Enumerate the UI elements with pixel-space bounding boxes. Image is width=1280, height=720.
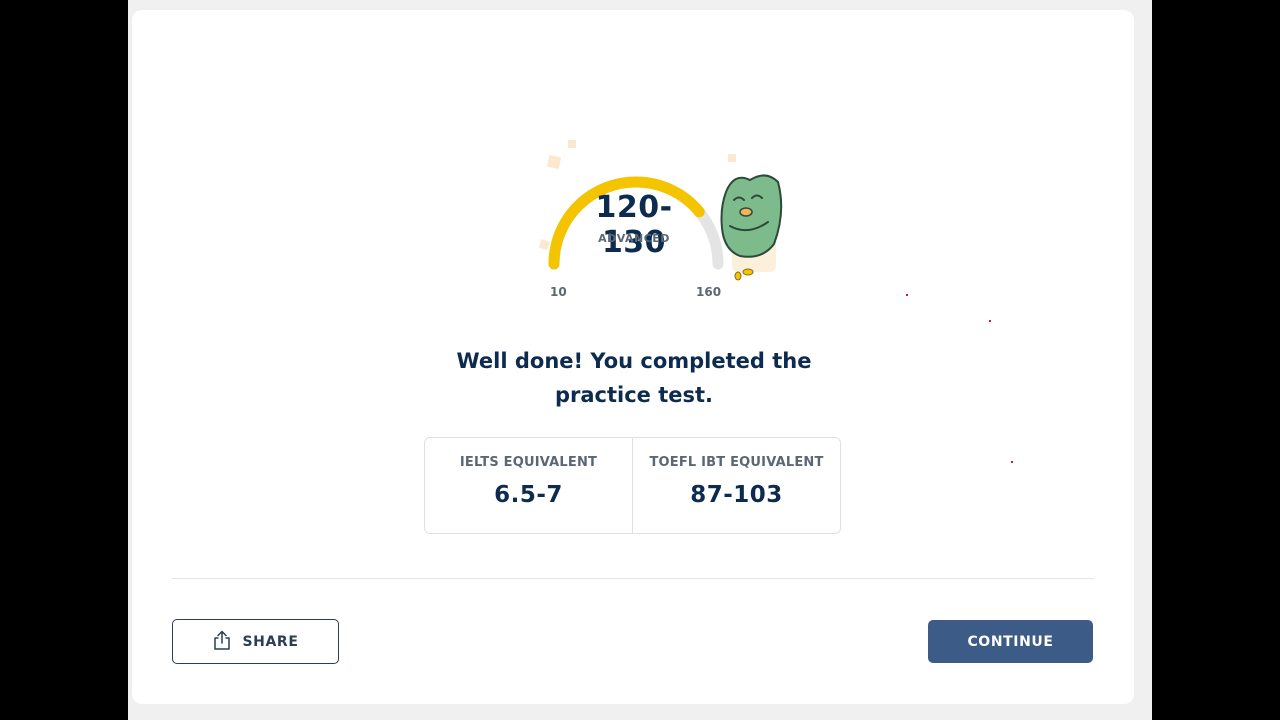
footer-divider xyxy=(172,578,1094,579)
app-viewport: 120-130 ADVANCED 10 160 Well done! You c… xyxy=(128,0,1152,720)
score-level: ADVANCED xyxy=(598,232,670,245)
share-button[interactable]: SHARE xyxy=(172,619,339,664)
owl-mascot-illustration xyxy=(720,174,783,281)
continue-label: CONTINUE xyxy=(967,633,1054,650)
completion-message: Well done! You completed the practice te… xyxy=(456,349,812,407)
ielts-equivalent: IELTS EQUIVALENT 6.5-7 xyxy=(425,438,632,533)
gauge-min-label: 10 xyxy=(550,285,567,299)
confetti-shape xyxy=(568,140,576,148)
results-card: 120-130 ADVANCED 10 160 Well done! You c… xyxy=(132,10,1134,704)
continue-button[interactable]: CONTINUE xyxy=(928,620,1093,663)
ielts-value: 6.5-7 xyxy=(494,482,563,508)
share-label: SHARE xyxy=(242,633,299,650)
toefl-equivalent: TOEFL IBT EQUIVALENT 87-103 xyxy=(632,438,840,533)
stray-pixel xyxy=(1011,461,1013,463)
stray-pixel xyxy=(906,294,908,296)
stray-pixel xyxy=(989,320,991,322)
confetti-shape xyxy=(728,154,736,162)
ielts-label: IELTS EQUIVALENT xyxy=(459,455,598,470)
equivalents-panel: IELTS EQUIVALENT 6.5-7 TOEFL IBT EQUIVAL… xyxy=(424,437,841,534)
share-icon xyxy=(213,630,231,654)
gauge-max-label: 160 xyxy=(696,285,722,299)
confetti-shape xyxy=(538,238,550,251)
toefl-label: TOEFL IBT EQUIVALENT xyxy=(649,455,824,470)
confetti-shape xyxy=(546,154,562,170)
score-range: 120-130 xyxy=(595,190,673,260)
toefl-value: 87-103 xyxy=(690,482,783,508)
